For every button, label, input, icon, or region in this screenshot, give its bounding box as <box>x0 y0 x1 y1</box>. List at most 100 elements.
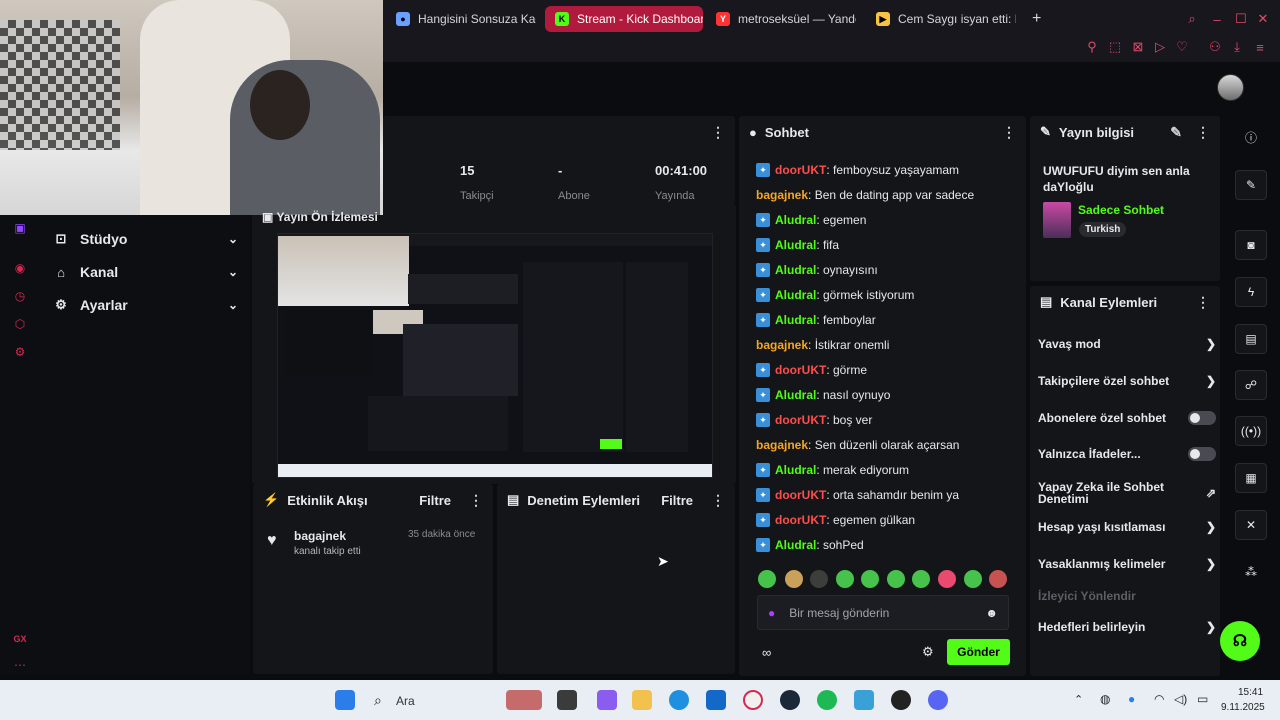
emote-icon[interactable] <box>938 570 956 588</box>
file-explorer-icon[interactable] <box>632 690 652 710</box>
screenshot-icon[interactable]: ⬚ <box>1106 38 1124 56</box>
app-icon[interactable] <box>854 690 874 710</box>
subscribers-only-toggle[interactable] <box>1188 411 1216 425</box>
support-headset-icon[interactable]: ☊ <box>1220 621 1260 661</box>
clock-time[interactable]: 15:41 <box>1238 687 1263 698</box>
emote-icon[interactable] <box>912 570 930 588</box>
category-thumbnail[interactable] <box>1043 202 1071 238</box>
discord-icon[interactable] <box>928 690 948 710</box>
pin-icon[interactable]: ⚲ <box>1083 38 1101 56</box>
chat-username[interactable]: doorUKT <box>775 163 826 177</box>
opera-gx-icon[interactable] <box>743 690 763 710</box>
more-icon[interactable]: ⋯ <box>12 657 28 673</box>
extensions-icon[interactable]: ⬡ <box>12 316 28 332</box>
camera-icon[interactable]: ◙ <box>1235 230 1267 260</box>
taskbar-search[interactable]: Ara <box>396 694 415 708</box>
battery-icon[interactable]: ▭ <box>1197 692 1208 706</box>
chat-username[interactable]: bagajnek <box>756 338 808 352</box>
twitch-icon[interactable]: ▣ <box>12 220 28 236</box>
emote-icon[interactable] <box>810 570 828 588</box>
pencil-icon[interactable]: ✎ <box>1235 170 1267 200</box>
search-icon[interactable]: ⌕ <box>1183 10 1201 28</box>
nav-studio[interactable]: ⊡ Stüdyo ⌄ <box>52 224 238 254</box>
wrench-icon[interactable]: ✕ <box>1235 510 1267 540</box>
chat-settings-icon[interactable]: ⚙ <box>922 644 934 660</box>
emote-icon[interactable] <box>964 570 982 588</box>
volume-icon[interactable]: ◁) <box>1174 692 1187 706</box>
more-options-icon[interactable]: ⋮ <box>711 492 725 509</box>
tab-hangisini[interactable]: ● Hangisini Sonsuza Kadar <box>386 6 536 32</box>
edit-icon[interactable]: ✎ <box>1170 124 1182 141</box>
emote-icon[interactable] <box>836 570 854 588</box>
copilot-icon[interactable] <box>597 690 617 710</box>
tray-icon[interactable]: ◍ <box>1100 692 1110 706</box>
emote-icon[interactable] <box>785 570 803 588</box>
language-tag[interactable]: Turkish <box>1079 222 1127 237</box>
settings-gear-icon[interactable]: ⚙ <box>12 344 28 360</box>
emote-icon[interactable] <box>861 570 879 588</box>
clock-date[interactable]: 9.11.2025 <box>1221 702 1265 713</box>
document-icon[interactable]: ▤ <box>1235 324 1267 354</box>
chat-username[interactable]: Aludral <box>775 313 816 327</box>
emote-icon[interactable] <box>758 570 776 588</box>
chat-username[interactable]: doorUKT <box>775 363 826 377</box>
moderation-filter-button[interactable]: Filtre <box>661 493 693 508</box>
slow-mode-row[interactable]: Yavaş mod ❯ <box>1038 335 1216 353</box>
chat-username[interactable]: doorUKT <box>775 488 826 502</box>
set-goals-row[interactable]: Hedefleri belirleyin ❯ <box>1038 618 1216 636</box>
chat-username[interactable]: bagajnek <box>756 438 808 452</box>
send-button[interactable]: Gönder <box>947 639 1010 665</box>
task-view-icon[interactable] <box>557 690 577 710</box>
emoji-icon[interactable]: ☻ <box>985 606 998 620</box>
chevron-up-icon[interactable]: ⌃ <box>1074 693 1083 706</box>
chat-username[interactable]: Aludral <box>775 263 816 277</box>
video-icon[interactable]: ◉ <box>12 260 28 276</box>
chat-username[interactable]: Aludral <box>775 388 816 402</box>
tab-cem-sayg[interactable]: ▶ Cem Saygı isyan etti: Hay <box>866 6 1016 32</box>
microphone-icon[interactable]: ● <box>768 606 775 620</box>
microphone-icon[interactable]: ● <box>1128 692 1135 706</box>
more-options-icon[interactable]: ⋮ <box>1196 294 1210 311</box>
info-icon[interactable]: ⓘ <box>1235 122 1267 152</box>
outlook-icon[interactable] <box>706 690 726 710</box>
layout-icon[interactable]: ▦ <box>1235 463 1267 493</box>
nav-channel[interactable]: ⌂ Kanal ⌄ <box>52 257 238 287</box>
new-tab-button[interactable]: + <box>1022 6 1046 32</box>
chat-username[interactable]: Aludral <box>775 238 816 252</box>
edge-icon[interactable] <box>669 690 689 710</box>
tab-kick-dashboard[interactable]: K Stream - Kick Dashboard <box>545 6 703 32</box>
widget-icon[interactable] <box>506 690 542 710</box>
play-icon[interactable]: ▷ <box>1151 38 1169 56</box>
more-options-icon[interactable]: ⋮ <box>1196 124 1210 141</box>
chat-username[interactable]: Aludral <box>775 463 816 477</box>
chat-username[interactable]: doorUKT <box>775 413 826 427</box>
vpn-icon[interactable]: ⊠ <box>1129 38 1147 56</box>
chat-username[interactable]: Aludral <box>775 213 816 227</box>
more-options-icon[interactable]: ⋮ <box>711 124 725 141</box>
steam-icon[interactable] <box>780 690 800 710</box>
user-avatar[interactable] <box>1217 74 1244 101</box>
tab-yandex[interactable]: Y metroseksüel — Yandex: <box>706 6 856 32</box>
maximize-icon[interactable]: ☐ <box>1232 10 1250 28</box>
apps-icon[interactable]: ⁂ <box>1235 557 1267 587</box>
emotes-only-toggle[interactable] <box>1188 447 1216 461</box>
chat-message-input[interactable]: ● Bir mesaj gönderin ☻ <box>757 595 1009 630</box>
followers-only-row[interactable]: Takipçilere özel sohbet ❯ <box>1038 372 1216 390</box>
minimize-icon[interactable]: – <box>1208 10 1226 28</box>
wifi-icon[interactable]: ◠ <box>1154 692 1164 706</box>
infinity-icon[interactable]: ∞ <box>762 645 771 660</box>
obs-icon[interactable] <box>891 690 911 710</box>
emote-icon[interactable] <box>887 570 905 588</box>
stream-preview-image[interactable] <box>277 233 713 478</box>
heart-icon[interactable]: ♡ <box>1173 38 1191 56</box>
more-options-icon[interactable]: ⋮ <box>469 492 483 509</box>
spotify-icon[interactable] <box>817 690 837 710</box>
windows-start-icon[interactable] <box>335 690 355 710</box>
banned-words-row[interactable]: Yasaklanmış kelimeler ❯ <box>1038 555 1216 573</box>
search-icon[interactable]: ⌕ <box>374 692 382 709</box>
history-icon[interactable]: ◷ <box>12 288 28 304</box>
chat-username[interactable]: Aludral <box>775 538 816 552</box>
activity-user[interactable]: bagajnek <box>294 529 346 543</box>
account-age-row[interactable]: Hesap yaşı kısıtlaması ❯ <box>1038 518 1216 536</box>
chat-icon[interactable]: ☍ <box>1235 370 1267 400</box>
